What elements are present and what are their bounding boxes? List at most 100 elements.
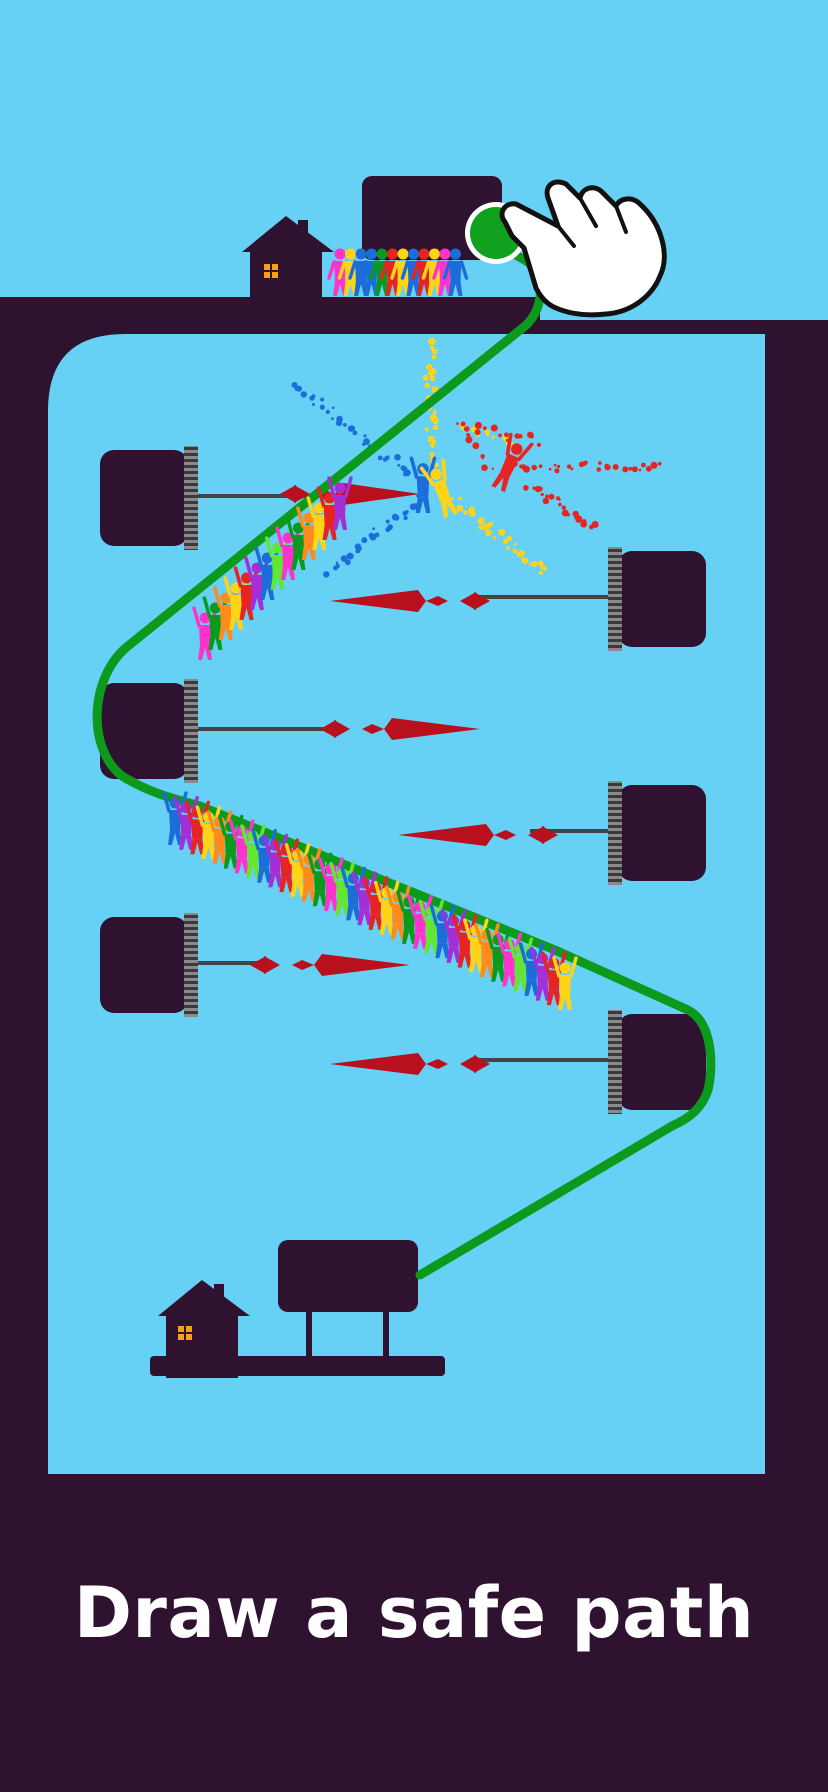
splatter-dot [323, 571, 330, 578]
splatter-dot [434, 462, 439, 468]
game-screen: Draw a safe path [0, 0, 828, 1792]
splatter-dot [490, 424, 498, 432]
splatter-dot [335, 420, 343, 427]
splatter-dot [382, 457, 388, 462]
splatter-dot [394, 454, 401, 461]
splatter-dot [428, 370, 434, 376]
splatter-dot [566, 513, 570, 517]
splatter-dot [491, 435, 495, 439]
splatter-dot [319, 404, 325, 410]
splatter-dot [377, 455, 383, 461]
splatter-dot [300, 391, 307, 398]
splatter-dot [431, 387, 436, 393]
splatter-dot [553, 463, 557, 467]
splatter-dot [430, 443, 435, 448]
splatter-dot [657, 461, 662, 466]
splatter-dot [431, 354, 437, 360]
splatter-dot [387, 524, 393, 530]
splatter-dot [349, 426, 355, 431]
splatter-dot [354, 543, 362, 550]
splatter-dot [428, 337, 436, 345]
splatter-dot [522, 485, 529, 491]
splatter-dot [422, 374, 429, 381]
splatter-dot [540, 492, 544, 497]
splatter-dot [498, 528, 506, 536]
splatter-dot [456, 504, 464, 512]
splatter-dot [487, 521, 493, 527]
splatter-dot [352, 430, 358, 436]
splatter-dot [450, 496, 454, 500]
splatter-dot [538, 464, 543, 469]
splatter-dot [548, 467, 552, 471]
splatter-dot [612, 464, 619, 470]
splatter-dot [531, 464, 537, 471]
splatter-dot [491, 467, 494, 470]
goal-pole [306, 1308, 312, 1358]
splatter-dot [482, 454, 485, 457]
splatter-dot [424, 427, 429, 432]
splatter-dot [295, 385, 302, 392]
splatter-dot [325, 409, 330, 414]
splatter-dot [320, 397, 325, 402]
right-wall [765, 320, 828, 1480]
splatter-dot [463, 510, 468, 515]
splatter-dot [463, 426, 470, 432]
splatter-dot [538, 486, 543, 492]
game-scene [0, 0, 828, 1792]
splatter-dot [628, 466, 633, 471]
splatter-dot [361, 442, 366, 446]
splatter-dot [521, 557, 529, 565]
splatter-dot [498, 433, 502, 438]
splatter-dot [622, 466, 629, 473]
splatter-dot [477, 517, 485, 525]
splatter-dot [374, 532, 380, 538]
splatter-dot [513, 542, 517, 546]
splatter-dot [512, 548, 518, 554]
splatter-dot [485, 432, 490, 437]
splatter-dot [604, 464, 611, 471]
splatter-dot [309, 395, 315, 401]
goal-platform [150, 1356, 445, 1376]
splatter-dot [589, 524, 594, 530]
splatter-dot [403, 470, 409, 477]
splatter-dot [577, 516, 583, 521]
splatter-dot [598, 461, 602, 465]
splatter-dot [474, 421, 482, 429]
splatter-dot [465, 436, 473, 444]
splatter-dot [393, 514, 400, 521]
splatter-dot [482, 426, 487, 431]
splatter-dot [583, 460, 588, 466]
splatter-dot [431, 348, 438, 355]
splatter-dot [531, 560, 538, 567]
splatter-dot [516, 551, 523, 558]
splatter-dot [458, 496, 463, 501]
splatter-dot [561, 505, 566, 510]
instruction-caption: Draw a safe path [73, 1572, 755, 1654]
splatter-dot [529, 434, 534, 439]
goal-pole [383, 1308, 389, 1358]
splatter-dot [638, 468, 642, 472]
splatter-dot [433, 419, 439, 425]
splatter-dot [536, 442, 542, 447]
splatter-dot [542, 566, 547, 571]
splatter-dot [361, 537, 368, 544]
splatter-dot [545, 494, 549, 499]
splatter-dot [557, 464, 561, 469]
splatter-dot [342, 423, 347, 427]
goal-block [278, 1240, 418, 1312]
splatter-dot [538, 570, 544, 575]
splatter-dot [466, 432, 470, 437]
splatter-dot [596, 467, 602, 472]
splatter-dot [517, 433, 523, 439]
splatter-dot [424, 382, 430, 388]
splatter-dot [572, 510, 579, 517]
splatter-dot [558, 498, 561, 501]
splatter-dot [397, 464, 401, 467]
splatter-dot [331, 417, 334, 421]
splatter-dot [429, 375, 436, 382]
splatter-dot [481, 464, 488, 472]
splatter-dot [363, 434, 367, 438]
splatter-dot [403, 515, 408, 521]
splatter-dot [548, 493, 555, 500]
splatter-dot [432, 424, 439, 431]
